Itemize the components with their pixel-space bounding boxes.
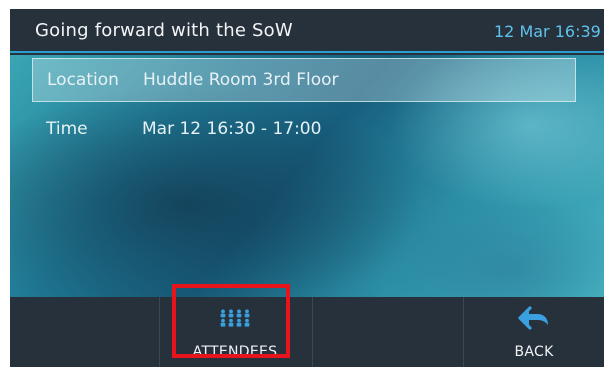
detail-label-location: Location bbox=[47, 70, 119, 90]
header-datetime: 12 Mar 16:39 bbox=[494, 22, 601, 41]
detail-value-time: Mar 12 16:30 - 17:00 bbox=[142, 119, 322, 139]
detail-value-location: Huddle Room 3rd Floor bbox=[143, 70, 339, 90]
softkey-empty-2[interactable] bbox=[313, 297, 463, 367]
meeting-title: Going forward with the SoW bbox=[35, 20, 293, 41]
meeting-details-panel: Location Huddle Room 3rd Floor Time Mar … bbox=[10, 55, 604, 297]
softkey-bar: ATTENDEES BACK bbox=[10, 297, 604, 367]
detail-label-time: Time bbox=[46, 119, 88, 139]
detail-row-location[interactable]: Location Huddle Room 3rd Floor bbox=[32, 58, 576, 102]
phone-screen: Going forward with the SoW 12 Mar 16:39 … bbox=[10, 9, 604, 367]
back-label: BACK bbox=[514, 344, 554, 360]
back-arrow-icon bbox=[518, 306, 548, 330]
attendees-highlight-box bbox=[172, 284, 290, 358]
header-bar: Going forward with the SoW 12 Mar 16:39 bbox=[10, 9, 604, 53]
softkey-empty-1[interactable] bbox=[10, 297, 160, 367]
detail-row-time[interactable]: Time Mar 12 16:30 - 17:00 bbox=[32, 108, 576, 152]
back-softkey[interactable]: BACK bbox=[464, 297, 604, 367]
